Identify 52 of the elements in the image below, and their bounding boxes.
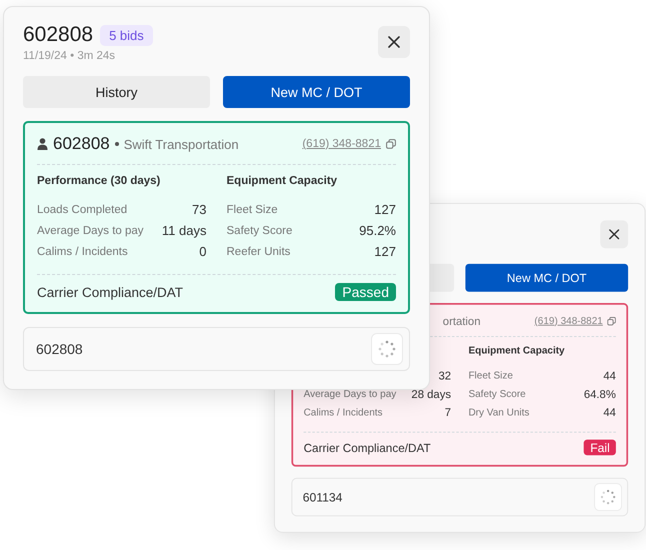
stat-label: Calims / Incidents (304, 407, 383, 418)
new-mc-dot-button[interactable]: New MC / DOT (223, 76, 410, 108)
stat-value: 95.2% (359, 223, 396, 238)
stat-label: Average Days to pay (304, 388, 396, 400)
compliance-label: Carrier Compliance/DAT (304, 440, 431, 454)
status-badge: Passed (335, 283, 396, 301)
bids-badge: 5 bids (100, 24, 153, 46)
stat-label: Average Days to pay (37, 224, 144, 236)
copy-icon[interactable] (607, 316, 616, 326)
stat-value: 44 (603, 369, 616, 382)
stat-label: Calims / Incidents (37, 246, 128, 258)
stat-value: 28 days (411, 387, 452, 400)
stat-label: Fleet Size (468, 370, 513, 381)
company-name: Swift Transportation (124, 136, 239, 152)
stat-label: Loads Completed (37, 204, 128, 216)
separator-dot-icon (114, 142, 119, 146)
loading-spinner-icon (600, 489, 616, 505)
close-button[interactable] (600, 220, 628, 248)
stat-value: 0 (199, 244, 206, 259)
loading-spinner-icon (378, 340, 396, 358)
carrier-input-field[interactable]: 602808 (23, 327, 410, 371)
stat-value: 32 (438, 369, 452, 382)
stat-label: Fleet Size (226, 204, 278, 216)
history-button[interactable]: History (23, 76, 210, 108)
stat-value: 7 (444, 406, 452, 419)
close-icon (608, 229, 620, 240)
window-title: 602808 (23, 23, 94, 47)
stat-label: Safety Score (468, 388, 526, 400)
stat-value: 64.8% (584, 387, 616, 400)
close-button[interactable] (378, 26, 410, 58)
copy-icon[interactable] (386, 139, 396, 149)
stat-value: 44 (603, 406, 616, 419)
section-heading: Equipment Capacity (468, 346, 565, 356)
stat-value: 11 days (162, 223, 206, 238)
company-name: ortation (442, 314, 481, 328)
stat-value: 127 (374, 202, 396, 217)
status-badge: Fail (584, 440, 616, 456)
carrier-input-field[interactable]: 601134 (291, 478, 628, 516)
phone-link[interactable]: (619) 348-8821 (302, 138, 381, 150)
stat-label: Reefer Units (226, 246, 290, 258)
section-heading: Equipment Capacity (226, 175, 338, 187)
new-mc-dot-button[interactable]: New MC / DOT (465, 264, 628, 292)
stat-value: 127 (374, 244, 396, 259)
stat-label: Safety Score (226, 224, 292, 236)
carrier-id: 602808 (53, 134, 110, 154)
close-icon (388, 36, 400, 48)
stat-label: Dry Van Units (468, 407, 530, 418)
section-heading: Performance (30 days) (37, 175, 160, 187)
timestamp: 11/19/24 • 3m 24s (23, 50, 116, 62)
person-icon (37, 138, 48, 150)
stat-value: 73 (192, 202, 206, 217)
compliance-label: Carrier Compliance/DAT (37, 284, 184, 300)
